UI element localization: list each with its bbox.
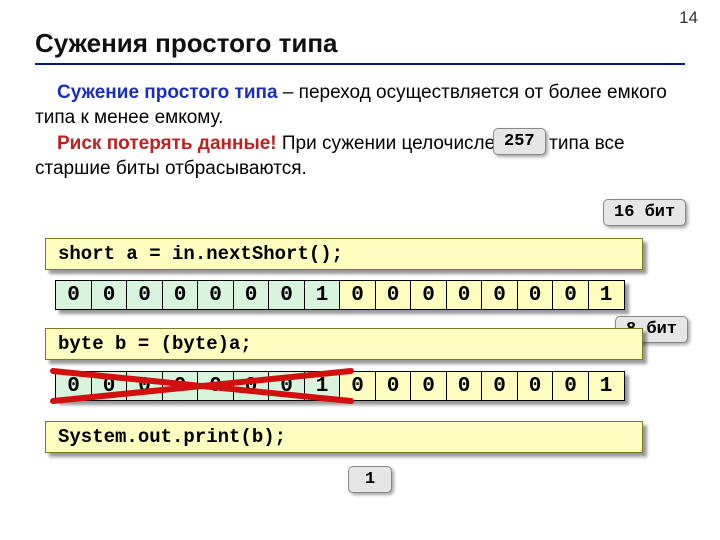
bit-cell-hi: 0 <box>197 371 234 401</box>
bit-cell-hi: 1 <box>304 280 341 310</box>
bit-cell-lo: 0 <box>410 371 447 401</box>
bit-cell-lo: 0 <box>339 280 376 310</box>
bit-cell-hi: 0 <box>162 371 199 401</box>
bit-cell-lo: 0 <box>446 371 483 401</box>
bit-cell-lo: 0 <box>410 280 447 310</box>
bit-cell-hi: 0 <box>233 280 270 310</box>
body-paragraph: Сужение простого типа – переход осуществ… <box>35 80 685 181</box>
code-line-2: byte b = (byte)a; <box>45 328 643 360</box>
bit-cell-hi: 0 <box>197 280 234 310</box>
bit-row-short: 0000000100000001 <box>55 280 625 310</box>
page-title: Сужения простого типа <box>35 28 685 65</box>
bit-cell-lo: 0 <box>375 371 412 401</box>
tag-output-value: 1 <box>348 466 392 493</box>
tag-input-value: 257 <box>493 128 546 155</box>
tag-16-bit: 16 бит <box>603 199 686 226</box>
bit-cell-hi: 0 <box>126 371 163 401</box>
bit-cell-lo: 0 <box>517 371 554 401</box>
bit-cell-hi: 1 <box>304 371 341 401</box>
bit-cell-hi: 0 <box>268 280 305 310</box>
term-narrowing: Сужение простого типа <box>57 82 278 103</box>
bit-cell-lo: 0 <box>481 371 518 401</box>
bit-cell-lo: 0 <box>339 371 376 401</box>
bit-cell-hi: 0 <box>126 280 163 310</box>
bit-cell-hi: 0 <box>162 280 199 310</box>
bit-cell-hi: 0 <box>268 371 305 401</box>
bit-cell-hi: 0 <box>91 280 128 310</box>
bit-cell-hi: 0 <box>233 371 270 401</box>
bit-cell-hi: 0 <box>55 371 92 401</box>
bit-cell-lo: 0 <box>375 280 412 310</box>
bit-cell-hi: 0 <box>55 280 92 310</box>
bit-cell-lo: 0 <box>552 280 589 310</box>
page-number: 14 <box>679 8 698 28</box>
bit-cell-lo: 0 <box>552 371 589 401</box>
term-risk: Риск потерять данные! <box>57 133 277 154</box>
bit-cell-lo: 1 <box>588 371 625 401</box>
bit-cell-lo: 0 <box>517 280 554 310</box>
code-line-1: short a = in.nextShort(); <box>45 238 643 270</box>
bit-row-byte: 0000000100000001 <box>55 371 625 401</box>
bit-cell-lo: 1 <box>588 280 625 310</box>
bit-cell-lo: 0 <box>481 280 518 310</box>
bit-cell-lo: 0 <box>446 280 483 310</box>
code-line-3: System.out.print(b); <box>45 421 643 453</box>
bit-cell-hi: 0 <box>91 371 128 401</box>
